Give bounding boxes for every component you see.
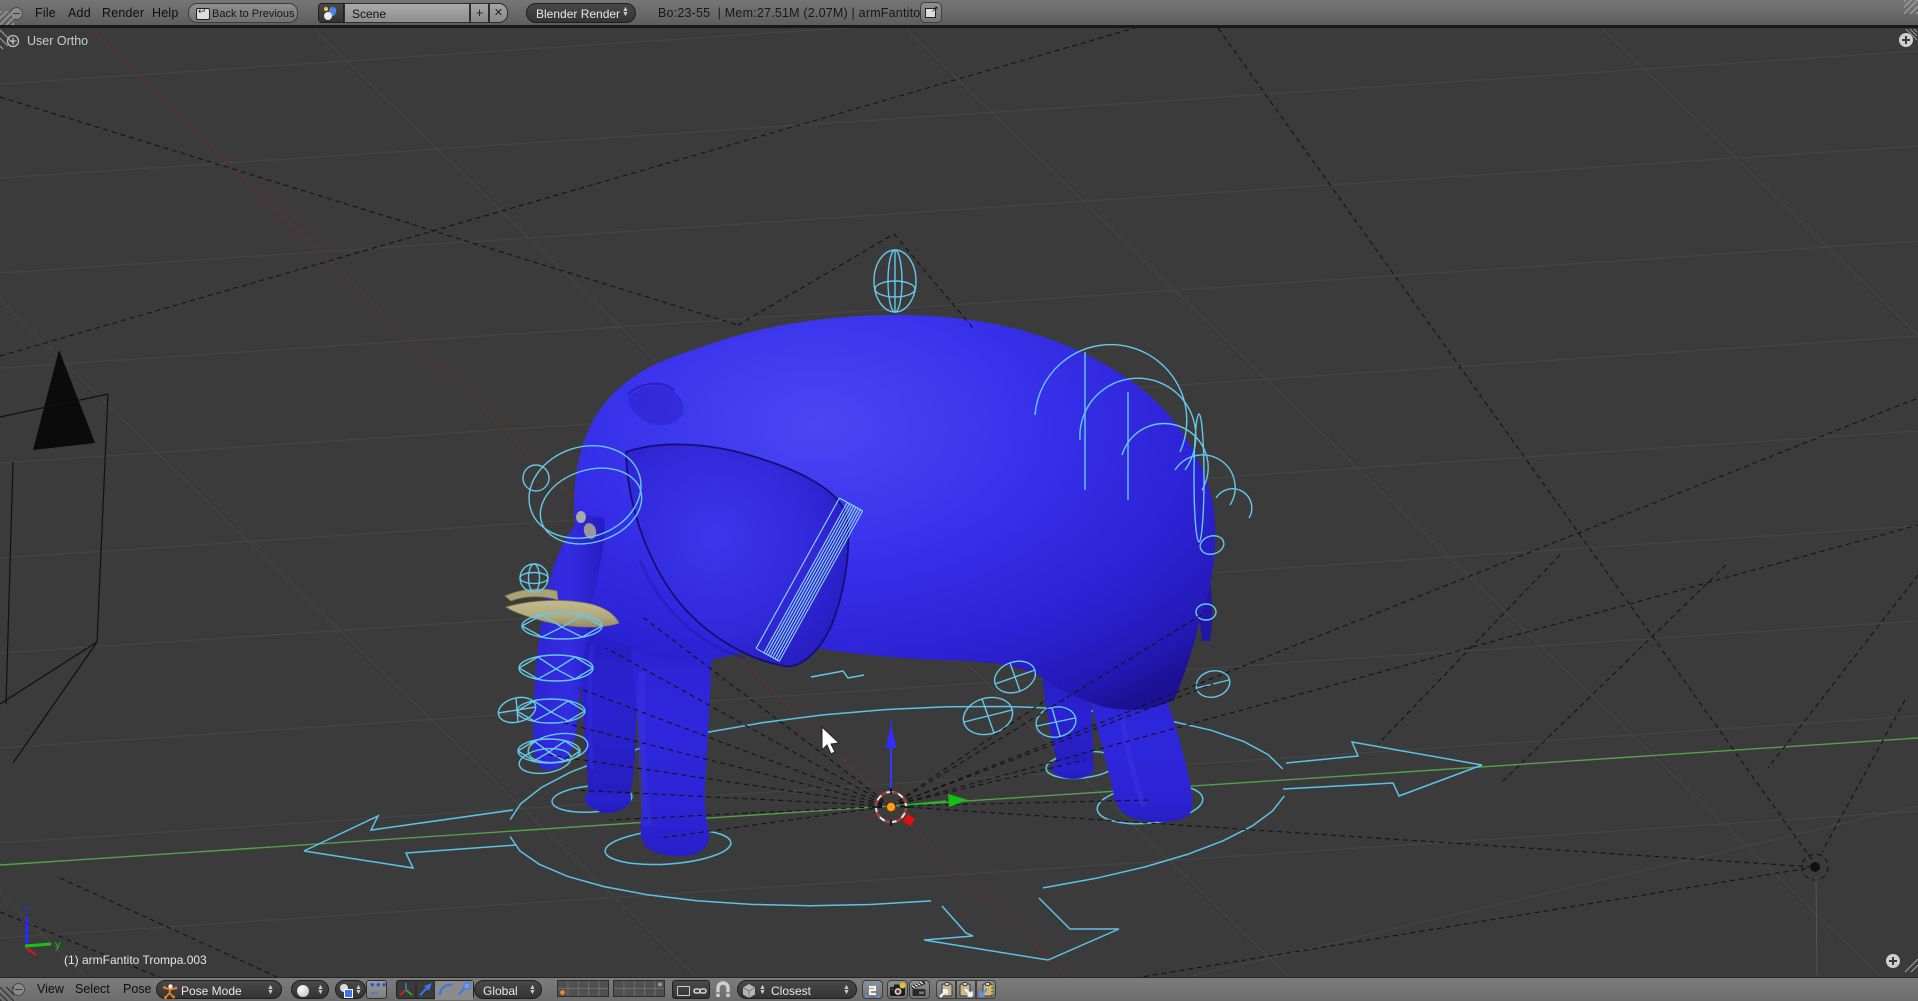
svg-text:z: z — [24, 904, 30, 916]
svg-text:User Ortho: User Ortho — [27, 34, 88, 48]
svg-text:(1) armFantito Trompa.003: (1) armFantito Trompa.003 — [64, 953, 207, 967]
svg-text:y: y — [55, 939, 61, 951]
